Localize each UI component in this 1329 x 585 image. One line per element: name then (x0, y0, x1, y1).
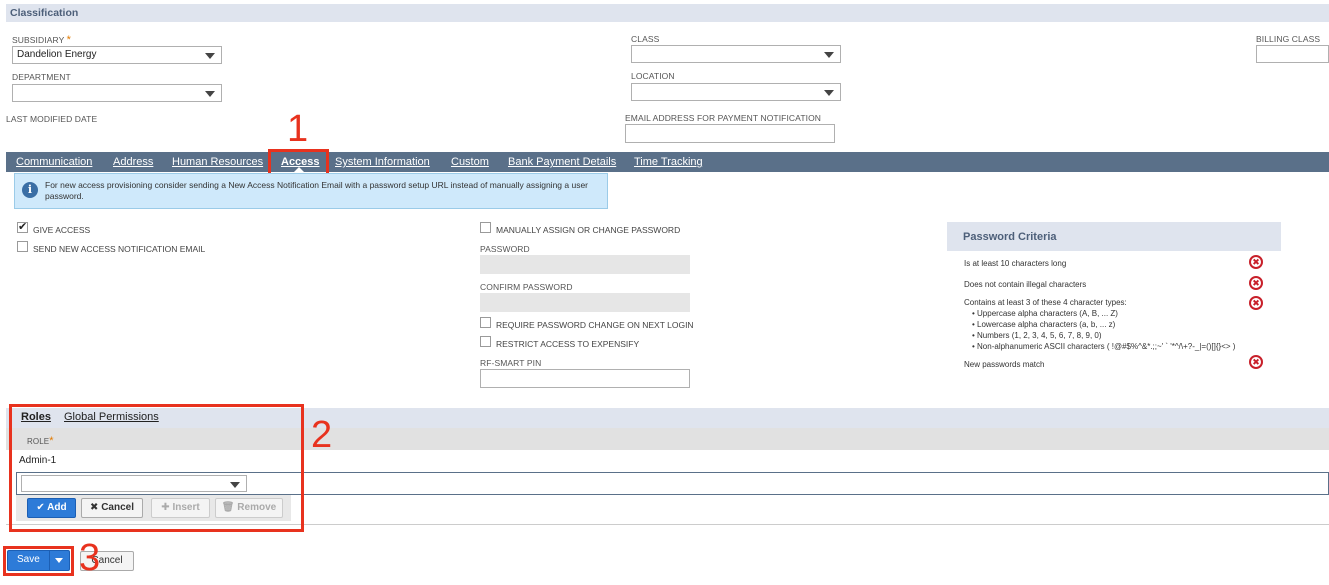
location-label: LOCATION (631, 71, 675, 81)
rf-smart-pin-field[interactable] (480, 369, 690, 388)
billing-class-label: BILLING CLASS (1256, 34, 1321, 44)
annotation-number-1: 1 (287, 108, 309, 150)
annotation-box-3 (3, 546, 74, 576)
subsidiary-label: SUBSIDIARY * (12, 34, 72, 46)
tab-system-information[interactable]: System Information (335, 152, 430, 172)
restrict-access-checkbox[interactable] (480, 336, 491, 347)
chevron-down-icon (205, 53, 215, 59)
manually-assign-label: MANUALLY ASSIGN OR CHANGE PASSWORD (496, 225, 681, 235)
criteria-type-nonalpha: • Non-alphanumeric ASCII characters ( !@… (972, 342, 1236, 351)
email-payment-field[interactable] (625, 124, 835, 143)
fail-icon: ✖ (1249, 276, 1263, 290)
annotation-number-3: 3 (79, 537, 101, 579)
department-label: DEPARTMENT (12, 72, 71, 82)
fail-icon: ✖ (1249, 355, 1263, 369)
password-criteria-title: Password Criteria (947, 222, 1281, 251)
annotation-box-2 (9, 404, 304, 532)
classification-header: Classification (6, 4, 1329, 22)
required-star: * (66, 34, 72, 46)
tab-communication[interactable]: Communication (16, 152, 92, 172)
subtab-bar: Communication Address Human Resources Ac… (6, 152, 1329, 172)
criteria-illegal: Does not contain illegal characters (964, 280, 1087, 289)
info-banner-text: For new access provisioning consider sen… (45, 180, 589, 201)
annotation-number-2: 2 (311, 414, 333, 456)
confirm-password-label: CONFIRM PASSWORD (480, 282, 573, 292)
info-banner: i For new access provisioning consider s… (14, 173, 608, 209)
criteria-match: New passwords match (964, 360, 1045, 369)
info-icon: i (22, 182, 38, 198)
require-change-label: REQUIRE PASSWORD CHANGE ON NEXT LOGIN (496, 320, 694, 330)
require-change-checkbox[interactable] (480, 317, 491, 328)
department-select[interactable] (12, 84, 222, 102)
criteria-types: Contains at least 3 of these 4 character… (964, 298, 1127, 307)
tab-time-tracking[interactable]: Time Tracking (634, 152, 703, 172)
tab-bank-payment-details[interactable]: Bank Payment Details (508, 152, 616, 172)
criteria-type-upper: • Uppercase alpha characters (A, B, ... … (972, 309, 1118, 318)
class-label: CLASS (631, 34, 660, 44)
criteria-type-numbers: • Numbers (1, 2, 3, 4, 5, 6, 7, 8, 9, 0) (972, 331, 1102, 340)
tab-address[interactable]: Address (113, 152, 153, 172)
criteria-type-lower: • Lowercase alpha characters (a, b, ... … (972, 320, 1116, 329)
class-select[interactable] (631, 45, 841, 63)
confirm-password-field[interactable] (480, 293, 690, 312)
give-access-checkbox[interactable] (17, 220, 28, 233)
billing-class-field[interactable] (1256, 45, 1329, 63)
fail-icon: ✖ (1249, 296, 1263, 310)
tab-human-resources[interactable]: Human Resources (172, 152, 263, 172)
subsidiary-value: Dandelion Energy (17, 49, 97, 60)
criteria-length: Is at least 10 characters long (964, 259, 1067, 268)
email-payment-label: EMAIL ADDRESS FOR PAYMENT NOTIFICATION (625, 113, 822, 123)
location-select[interactable] (631, 83, 841, 101)
tab-custom[interactable]: Custom (451, 152, 489, 172)
rf-smart-pin-label: RF-SMART PIN (480, 358, 542, 368)
password-field[interactable] (480, 255, 690, 274)
subsidiary-select[interactable]: Dandelion Energy (12, 46, 222, 64)
chevron-down-icon (205, 91, 215, 97)
send-notification-label: SEND NEW ACCESS NOTIFICATION EMAIL (33, 244, 206, 254)
last-modified-label: LAST MODIFIED DATE (6, 114, 98, 124)
fail-icon: ✖ (1249, 255, 1263, 269)
manually-assign-checkbox[interactable] (480, 222, 491, 233)
restrict-access-label: RESTRICT ACCESS TO EXPENSIFY (496, 339, 640, 349)
send-notification-checkbox[interactable] (17, 241, 28, 252)
chevron-down-icon (824, 52, 834, 58)
give-access-label: GIVE ACCESS (33, 225, 91, 235)
chevron-down-icon (824, 90, 834, 96)
password-criteria-panel: Password Criteria (947, 222, 1281, 251)
password-label: PASSWORD (480, 244, 530, 254)
